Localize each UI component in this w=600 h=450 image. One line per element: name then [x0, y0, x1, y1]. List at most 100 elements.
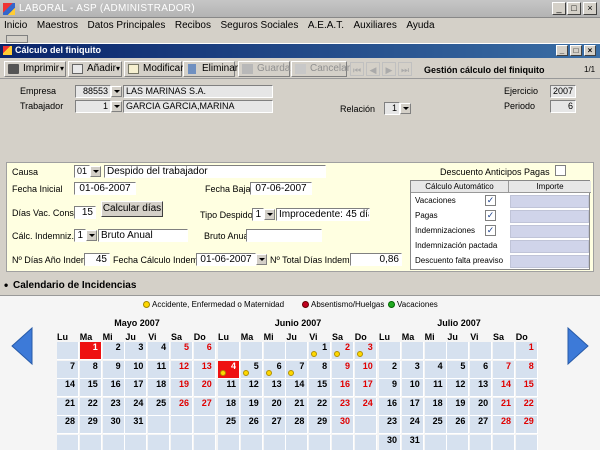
calendar-day[interactable]: 11	[148, 360, 171, 379]
calendar-day[interactable]: 17	[354, 379, 377, 398]
add-button[interactable]: Añadir ▾	[68, 61, 122, 77]
importe-field[interactable]	[510, 210, 589, 223]
calendar-day[interactable]: 13	[263, 379, 286, 398]
tipo-despido-code-field[interactable]: 1	[252, 208, 264, 221]
child-maximize-icon[interactable]: □	[570, 45, 582, 56]
calendar-day[interactable]: 19	[447, 397, 470, 416]
vacaciones-checkbox[interactable]: ✓	[485, 195, 496, 206]
calendar-day[interactable]: 20	[263, 397, 286, 416]
causa-code-field[interactable]: 01	[74, 165, 90, 178]
calendar-day[interactable]: 27	[263, 416, 286, 435]
empresa-code-field[interactable]: 88553	[75, 85, 111, 98]
calendar-day[interactable]: 3	[125, 342, 148, 360]
calendar-day[interactable]: 29	[515, 416, 538, 435]
calendar-day[interactable]: 18	[148, 379, 171, 398]
calendar-day[interactable]: 1	[79, 342, 102, 360]
calendar-day[interactable]: 4	[218, 360, 240, 379]
calendar-day[interactable]: 25	[424, 416, 447, 435]
bruto-anual-field[interactable]	[246, 229, 322, 242]
fecha-inicial-field[interactable]: 01-06-2007	[74, 182, 136, 195]
indemnizaciones-checkbox[interactable]: ✓	[485, 225, 496, 236]
next-record-icon[interactable]: ▶	[382, 62, 396, 76]
calendar-day[interactable]: 3	[354, 342, 377, 360]
calendar-day[interactable]: 11	[218, 379, 240, 398]
calendar-day[interactable]: 14	[493, 379, 515, 398]
calendar-day[interactable]: 13	[193, 360, 216, 379]
calendar-day[interactable]: 19	[171, 379, 193, 398]
modify-button[interactable]: Modificar	[124, 61, 184, 77]
calendar-day[interactable]: 21	[493, 397, 515, 416]
calendar-day[interactable]: 19	[240, 397, 263, 416]
calendar-day[interactable]: 12	[447, 379, 470, 398]
calendar-day[interactable]: 2	[379, 360, 401, 379]
last-record-icon[interactable]: ⏭	[398, 62, 412, 76]
calendar-day[interactable]: 8	[309, 360, 332, 379]
dias-vac-field[interactable]: 15	[74, 206, 96, 219]
calendar-day[interactable]: 18	[218, 397, 240, 416]
calendar-day[interactable]: 15	[79, 379, 102, 398]
child-close-icon[interactable]: ×	[584, 45, 596, 56]
calc-indemn-code-field[interactable]: 1	[74, 229, 86, 242]
menu-aeat[interactable]: A.E.A.T.	[308, 20, 344, 31]
calendar-day[interactable]: 16	[102, 379, 125, 398]
calendar-day[interactable]: 8	[79, 360, 102, 379]
calendar-day[interactable]: 22	[79, 397, 102, 416]
calendar-day[interactable]: 11	[424, 379, 447, 398]
dias-ano-field[interactable]: 45	[84, 253, 110, 266]
calendar-day[interactable]: 24	[354, 397, 377, 416]
calendar-day[interactable]: 14	[286, 379, 309, 398]
calendar-day[interactable]: 20	[470, 397, 493, 416]
calendar-day[interactable]: 9	[102, 360, 125, 379]
calendar-day[interactable]: 4	[148, 342, 171, 360]
calendar-day[interactable]: 2	[102, 342, 125, 360]
calendar-day[interactable]: 6	[193, 342, 216, 360]
menu-seguros-sociales[interactable]: Seguros Sociales	[221, 20, 299, 31]
child-minimize-icon[interactable]: _	[556, 45, 568, 56]
tipo-despido-dropdown-icon[interactable]	[264, 209, 275, 220]
calendar-day[interactable]: 27	[470, 416, 493, 435]
calendar-day[interactable]: 10	[354, 360, 377, 379]
menu-inicio[interactable]: Inicio	[4, 20, 27, 31]
calendar-day[interactable]: 13	[470, 379, 493, 398]
close-icon[interactable]: ×	[583, 2, 597, 15]
calendar-day[interactable]: 4	[424, 360, 447, 379]
calendar-day[interactable]: 31	[125, 416, 148, 435]
menu-auxiliares[interactable]: Auxiliares	[353, 20, 396, 31]
calendar-day[interactable]: 7	[493, 360, 515, 379]
relacion-field[interactable]: 1	[384, 102, 400, 115]
importe-field[interactable]	[510, 225, 589, 238]
calendar-day[interactable]: 5	[240, 360, 263, 379]
calendar-expand-icon[interactable]: •	[4, 278, 8, 292]
calendar-day[interactable]: 6	[470, 360, 493, 379]
calendar-day[interactable]: 1	[515, 342, 538, 360]
calendar-day[interactable]: 28	[57, 416, 79, 435]
previous-month-arrow-icon[interactable]	[10, 326, 36, 366]
calendar-day[interactable]: 30	[102, 416, 125, 435]
calendar-day[interactable]: 24	[125, 397, 148, 416]
calendar-day[interactable]: 5	[171, 342, 193, 360]
calendar-day[interactable]: 16	[379, 397, 401, 416]
calendar-day[interactable]: 23	[332, 397, 354, 416]
causa-dropdown-icon[interactable]	[90, 166, 101, 177]
maximize-icon[interactable]: □	[567, 2, 581, 15]
calendar-day[interactable]: 27	[193, 397, 216, 416]
importe-field[interactable]	[510, 195, 589, 208]
importe-field[interactable]	[510, 255, 589, 268]
relacion-dropdown-icon[interactable]	[400, 103, 411, 114]
pagas-checkbox[interactable]: ✓	[485, 210, 496, 221]
first-record-icon[interactable]: ⏮	[350, 62, 364, 76]
calendar-day[interactable]: 10	[125, 360, 148, 379]
calendar-day[interactable]: 7	[57, 360, 79, 379]
calendar-day[interactable]: 17	[401, 397, 424, 416]
calendar-day[interactable]: 31	[401, 435, 424, 450]
calcular-dias-button[interactable]: Calcular días	[101, 201, 163, 217]
calendar-day[interactable]: 15	[309, 379, 332, 398]
calendar-day[interactable]: 10	[401, 379, 424, 398]
print-dropdown-icon[interactable]: ▾	[60, 62, 64, 76]
calendar-day[interactable]: 3	[401, 360, 424, 379]
calendar-day[interactable]: 2	[332, 342, 354, 360]
minimize-icon[interactable]: _	[552, 2, 566, 15]
delete-button[interactable]: Eliminar	[183, 61, 238, 77]
calendar-day[interactable]: 25	[218, 416, 240, 435]
calendar-day[interactable]: 9	[379, 379, 401, 398]
